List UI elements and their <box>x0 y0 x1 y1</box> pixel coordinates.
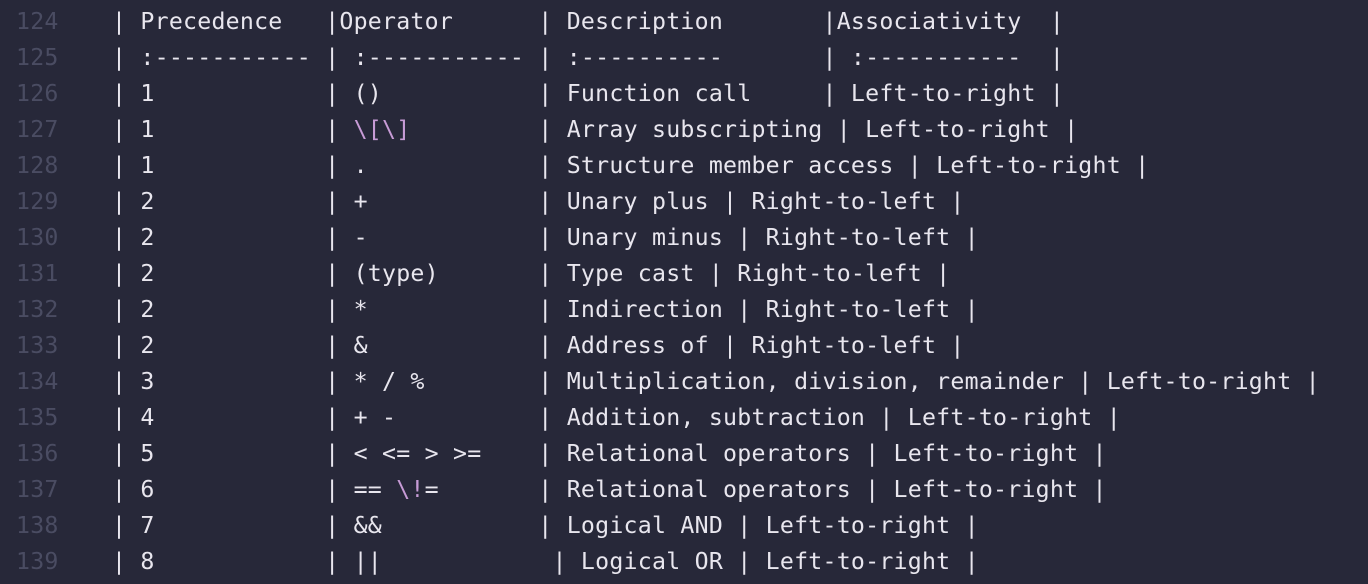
code-line[interactable]: 134 | 3 | * / % | Multiplication, divisio… <box>0 364 1368 400</box>
line-text[interactable]: | 8 | || | Logical OR | Left-to-right | <box>112 544 979 580</box>
line-text[interactable]: | 2 | * | Indirection | Right-to-left | <box>112 292 979 328</box>
line-text[interactable]: | 2 | + | Unary plus | Right-to-left | <box>112 184 965 220</box>
code-line[interactable]: 135 | 4 | + - | Addition, subtraction | L… <box>0 400 1368 436</box>
code-line[interactable]: 124 | Precedence |Operator | Description … <box>0 4 1368 40</box>
code-line[interactable]: 131 | 2 | (type) | Type cast | Right-to-l… <box>0 256 1368 292</box>
code-token: | 1 | <box>112 116 354 143</box>
code-token: | 7 | && | Logical AND | Left-to-right | <box>112 512 979 539</box>
line-number: 126 <box>16 80 59 107</box>
code-line[interactable]: 125 | :----------- | :----------- | :----… <box>0 40 1368 76</box>
line-number: 138 <box>16 512 59 539</box>
code-line[interactable]: 138 | 7 | && | Logical AND | Left-to-righ… <box>0 508 1368 544</box>
line-text[interactable]: | 2 | & | Address of | Right-to-left | <box>112 328 965 364</box>
code-line[interactable]: 127 | 1 | \[\] | Array subscripting | Lef… <box>0 112 1368 148</box>
code-token: | 2 | - | Unary minus | Right-to-left | <box>112 224 979 251</box>
line-number: 124 <box>16 8 59 35</box>
code-token: | 2 | & | Address of | Right-to-left | <box>112 332 965 359</box>
line-text[interactable]: | 2 | - | Unary minus | Right-to-left | <box>112 220 979 256</box>
code-token: | 4 | + - | Addition, subtraction | Left… <box>112 404 1121 431</box>
line-number: 133 <box>16 332 59 359</box>
code-token: | 2 | (type) | Type cast | Right-to-left… <box>112 260 951 287</box>
line-number: 135 <box>16 404 59 431</box>
line-text[interactable]: | 1 | . | Structure member access | Left… <box>112 148 1149 184</box>
code-token: | 3 | * / % | Multiplication, division, … <box>112 368 1320 395</box>
code-token: | Array subscripting | Left-to-right | <box>410 116 1079 143</box>
line-text[interactable]: | Precedence |Operator | Description |As… <box>112 4 1064 40</box>
line-number: 128 <box>16 152 59 179</box>
code-line[interactable]: 128 | 1 | . | Structure member access | L… <box>0 148 1368 184</box>
line-text[interactable]: | 7 | && | Logical AND | Left-to-right | <box>112 508 979 544</box>
line-text[interactable]: | 5 | < <= > >= | Relational operators |… <box>112 436 1107 472</box>
code-line[interactable]: 129 | 2 | + | Unary plus | Right-to-left … <box>0 184 1368 220</box>
code-line[interactable]: 136 | 5 | < <= > >= | Relational operator… <box>0 436 1368 472</box>
code-token: = | Relational operators | Left-to-right… <box>424 476 1107 503</box>
code-token: | 2 | + | Unary plus | Right-to-left | <box>112 188 965 215</box>
code-token: | 2 | * | Indirection | Right-to-left | <box>112 296 979 323</box>
line-text[interactable]: | 1 | \[\] | Array subscripting | Left-t… <box>112 112 1078 148</box>
code-token: | 8 | || | Logical OR | Left-to-right | <box>112 548 979 575</box>
line-number: 129 <box>16 188 59 215</box>
code-token: | 1 | . | Structure member access | Left… <box>112 152 1150 179</box>
code-line[interactable]: 139 | 8 | || | Logical OR | Left-to-right… <box>0 544 1368 580</box>
line-text[interactable]: | 4 | + - | Addition, subtraction | Left… <box>112 400 1121 436</box>
line-number: 131 <box>16 260 59 287</box>
code-token: | 6 | == <box>112 476 397 503</box>
code-line[interactable]: 126 | 1 | () | Function call | Left-to-ri… <box>0 76 1368 112</box>
line-number: 125 <box>16 44 59 71</box>
escape-sequence: \! <box>396 476 425 503</box>
code-line[interactable]: 137 | 6 | == \!= | Relational operators |… <box>0 472 1368 508</box>
code-token: | Precedence |Operator | Description |As… <box>112 8 1065 35</box>
line-number: 132 <box>16 296 59 323</box>
code-line[interactable]: 133 | 2 | & | Address of | Right-to-left … <box>0 328 1368 364</box>
code-token: | :----------- | :----------- | :-------… <box>112 44 1065 71</box>
escape-sequence: \[\] <box>353 116 411 143</box>
line-text[interactable]: | 6 | == \!= | Relational operators | Le… <box>112 472 1107 508</box>
line-text[interactable]: | 1 | () | Function call | Left-to-right… <box>112 76 1064 112</box>
code-editor[interactable]: 124 | Precedence |Operator | Description … <box>0 0 1368 584</box>
line-text[interactable]: | 3 | * / % | Multiplication, division, … <box>112 364 1320 400</box>
line-text[interactable]: | 2 | (type) | Type cast | Right-to-left… <box>112 256 950 292</box>
code-token: | 5 | < <= > >= | Relational operators |… <box>112 440 1107 467</box>
line-number: 136 <box>16 440 59 467</box>
code-line[interactable]: 130 | 2 | - | Unary minus | Right-to-left… <box>0 220 1368 256</box>
line-number: 137 <box>16 476 59 503</box>
line-text[interactable]: | :----------- | :----------- | :-------… <box>112 40 1064 76</box>
line-number: 139 <box>16 548 59 575</box>
line-number: 130 <box>16 224 59 251</box>
line-number: 134 <box>16 368 59 395</box>
code-token: | 1 | () | Function call | Left-to-right… <box>112 80 1065 107</box>
code-line[interactable]: 132 | 2 | * | Indirection | Right-to-left… <box>0 292 1368 328</box>
line-number: 127 <box>16 116 59 143</box>
